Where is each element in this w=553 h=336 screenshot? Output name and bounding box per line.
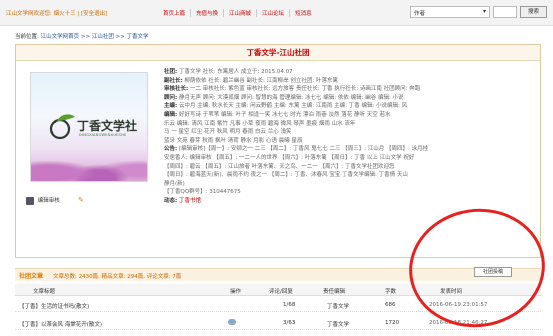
cloud-icon bbox=[228, 319, 236, 325]
info-key: 主编: bbox=[164, 103, 178, 110]
club-title: 丁香文学-江山社团 bbox=[16, 45, 540, 61]
info-value: 好好写诗 于苇苇 编辑: 叶子 相逢一笑 冰七七 时光 漂泊 雨巷 淡然 落花 … bbox=[178, 111, 391, 118]
info-line: 蓝牙 文苑 春芽 秋雨 枫叶 清荷 静水 月影 心语 晨曦 星辰 bbox=[164, 137, 534, 146]
search-button[interactable]: 搜索 bbox=[520, 6, 547, 18]
cell-comments: 1/68 bbox=[283, 302, 296, 308]
welcome-text: 江山文学网欢迎您: 烟火十三 | [安全退出] bbox=[6, 11, 108, 17]
nav-item-shop[interactable]: 江山商城 bbox=[223, 9, 256, 17]
search-type-select[interactable]: 作者 ▾ bbox=[410, 6, 490, 18]
stats-numbers: 文章总数: 2430篇, 精品文章: 294篇, 评论文章: 7篇 bbox=[53, 274, 182, 280]
info-line: 编辑: 好好写诗 于苇苇 编辑: 叶子 相逢一笑 冰七七 时光 漂泊 雨巷 淡然… bbox=[164, 111, 534, 120]
info-value: 静月无声 顾问: 大漠孤烟 顾问: 智慧的海 管理编辑: 冰七七 编辑: 依依 … bbox=[178, 94, 404, 101]
breadcrumb: 当前位置: 江山文学网首页 >> 江山社团 >> 丁香文学 bbox=[15, 32, 149, 40]
nav-item-home[interactable]: 首页上篇 bbox=[158, 9, 190, 17]
col-editor: 责任编辑 bbox=[323, 289, 346, 295]
info-value: 静月(新) bbox=[164, 180, 185, 187]
info-value: 马 一 星空 红尘 花开 秋风 明月 春雨 白云 兰心 浅笑 bbox=[164, 129, 292, 136]
stats-label: 社团文章 bbox=[19, 273, 44, 280]
info-value: 云中月 主编: 秋水长天 主编: 闲云野鹤 主编: 东篱 主编: 江南雨 主编:… bbox=[178, 103, 408, 110]
info-value: 【周日】: 碧海蓝天(新)、晨雨不约 夜之一 【周二】: 丁香、沐春风 宝宝 丁… bbox=[164, 172, 408, 179]
cell-comments: 3/63 bbox=[283, 320, 296, 326]
breadcrumb-prefix: 当前位置: bbox=[15, 34, 39, 40]
top-bar: 江山文学网欢迎您: 烟火十三 | [安全退出] 首页上篇 充值与换 江山商城 江… bbox=[0, 0, 553, 26]
search-input[interactable] bbox=[493, 6, 517, 18]
cell-title[interactable]: 【丁香】生活的证书吗(散文) bbox=[19, 302, 89, 310]
logo-name: 丁香文学社 bbox=[77, 119, 138, 133]
info-value: [编辑审核]【周一】: 安顿之一 二三 【周二】: 丁香风 鬼七七 二三 【周三… bbox=[178, 146, 429, 153]
avatar bbox=[26, 196, 34, 205]
info-line: 主编: 云中月 主编: 秋水长天 主编: 闲云野鹤 主编: 东篱 主编: 江南雨… bbox=[164, 102, 534, 111]
info-key: 编辑: bbox=[164, 111, 178, 118]
info-line: 安居香人; 编辑审核 【周五】: 一二一人的世界 【周六】: 叶落东篱 【周日】… bbox=[164, 154, 534, 163]
cell-editor[interactable]: 丁香文学 bbox=[327, 302, 349, 310]
logo-pinyin: DINGXIANGWENXUESHE bbox=[79, 133, 127, 137]
info-line: 顾问: 静月无声 顾问: 大漠孤烟 顾问: 智慧的海 管理编辑: 冰七七 编辑:… bbox=[164, 94, 534, 103]
info-line: 【周四】: 碧云 【周五】: 江山旅者 叶落东篱、天之鸟、一二一 【周六】: 丁… bbox=[164, 163, 534, 172]
manager-link[interactable]: 编辑审核 bbox=[26, 196, 60, 205]
info-key: 社团: bbox=[164, 69, 178, 75]
info-line: 动态: 丁香书馆 bbox=[164, 197, 534, 206]
info-line: 社团: 丁香文学 社长: 东篱居人 成立于: 2015.04.07 bbox=[164, 68, 534, 77]
info-line: 【周日】: 碧海蓝天(新)、晨雨不约 夜之一 【周二】: 丁香、沐春风 宝宝 丁… bbox=[164, 171, 534, 180]
info-key: 副社长: bbox=[164, 77, 183, 84]
info-line: 审核社长: 一二 审核社长: 紫色蓝 审核社长: 远方旅客 责任社长: 丁香 执… bbox=[164, 85, 534, 94]
nav-item-recharge[interactable]: 充值与换 bbox=[190, 9, 223, 17]
club-info-lines: 社团: 丁香文学 社长: 东篱居人 成立于: 2015.04.07 副社长: 柳荫… bbox=[164, 68, 534, 206]
info-value: 安居香人; 编辑审核 【周五】: 一二一人的世界 【周六】: 叶落东篱 【周日】… bbox=[164, 154, 415, 161]
info-value: 乐云 编辑: 清风 江南 紫竹 凡事 小草 夜雨 碧海 微风 琴声 墨痕 烟雨 … bbox=[164, 120, 356, 127]
info-value: 一二 审核社长: 紫色蓝 审核社长: 远方旅客 责任社长: 丁香 执行社长: 诗… bbox=[189, 86, 421, 93]
info-key: 公告: bbox=[164, 146, 178, 153]
info-line: 静月(新) bbox=[164, 180, 534, 189]
info-value: 柳荫依依 社长: 碧兰幽谷 副社长: 江南柳岸 创立社团: 叶落东篱 bbox=[184, 77, 339, 84]
breadcrumb-path[interactable]: 江山文学网首页 >> 江山社团 >> 丁香文学 bbox=[41, 34, 149, 40]
info-line: 公告: [编辑审核]【周一】: 安顿之一 二三 【周二】: 丁香风 鬼七七 二三… bbox=[164, 145, 534, 154]
info-line: 【丁香QQ群号】: 310447675 bbox=[164, 188, 534, 197]
info-line: 副社长: 柳荫依依 社长: 碧兰幽谷 副社长: 江南柳岸 创立社团: 叶落东篱 bbox=[164, 77, 534, 86]
info-key: 审核社长: bbox=[164, 86, 189, 93]
info-key: 动态: bbox=[164, 197, 178, 204]
flower-decoration bbox=[31, 143, 147, 181]
col-comments: 评论/回复 bbox=[269, 289, 293, 295]
info-value[interactable]: 丁香书馆 bbox=[179, 198, 201, 204]
info-line: 乐云 编辑: 清风 江南 紫竹 凡事 小草 夜雨 碧海 微风 琴声 墨痕 烟雨 … bbox=[164, 120, 534, 129]
info-value: 【周四】: 碧云 【周五】: 江山旅者 叶落东篱、天之鸟、一二一 【周六】: 丁… bbox=[164, 163, 395, 170]
nav-item-messages[interactable]: 短消息 bbox=[289, 9, 317, 17]
pencil-icon[interactable]: ✎ bbox=[78, 196, 84, 204]
col-words: 字数 bbox=[385, 289, 397, 295]
info-value: 【丁香QQ群号】: 310447675 bbox=[164, 189, 241, 196]
nav-item-forum[interactable]: 江山论坛 bbox=[256, 9, 289, 17]
top-nav: 首页上篇 充值与换 江山商城 江山论坛 短消息 bbox=[158, 9, 317, 17]
col-op: 操作 bbox=[230, 289, 242, 295]
leaf-logo-icon bbox=[49, 114, 75, 140]
info-key: 顾问: bbox=[164, 94, 178, 101]
cell-words: 1720 bbox=[385, 320, 399, 326]
col-title: 文章标题 bbox=[33, 289, 56, 295]
info-value: 丁香文学 社长: 东篱居人 成立于: 2015.04.07 bbox=[178, 69, 293, 75]
cell-editor[interactable]: 丁香文学 bbox=[327, 320, 349, 328]
cell-words: 686 bbox=[385, 302, 396, 308]
chevron-down-icon: ▾ bbox=[482, 8, 486, 15]
cell-title[interactable]: 【丁香】以茶会风 海棠花开(散文) bbox=[19, 320, 102, 328]
manager-label: 编辑审核 bbox=[37, 198, 60, 204]
search-type-value: 作者 bbox=[414, 11, 426, 17]
info-line: 马 一 星空 红尘 花开 秋风 明月 春雨 白云 兰心 浅笑 bbox=[164, 128, 534, 137]
club-logo: 丁香文学社 DINGXIANGWENXUESHE bbox=[30, 72, 148, 182]
info-value: 蓝牙 文苑 春芽 秋雨 枫叶 清荷 静水 月影 心语 晨曦 星辰 bbox=[164, 137, 303, 144]
